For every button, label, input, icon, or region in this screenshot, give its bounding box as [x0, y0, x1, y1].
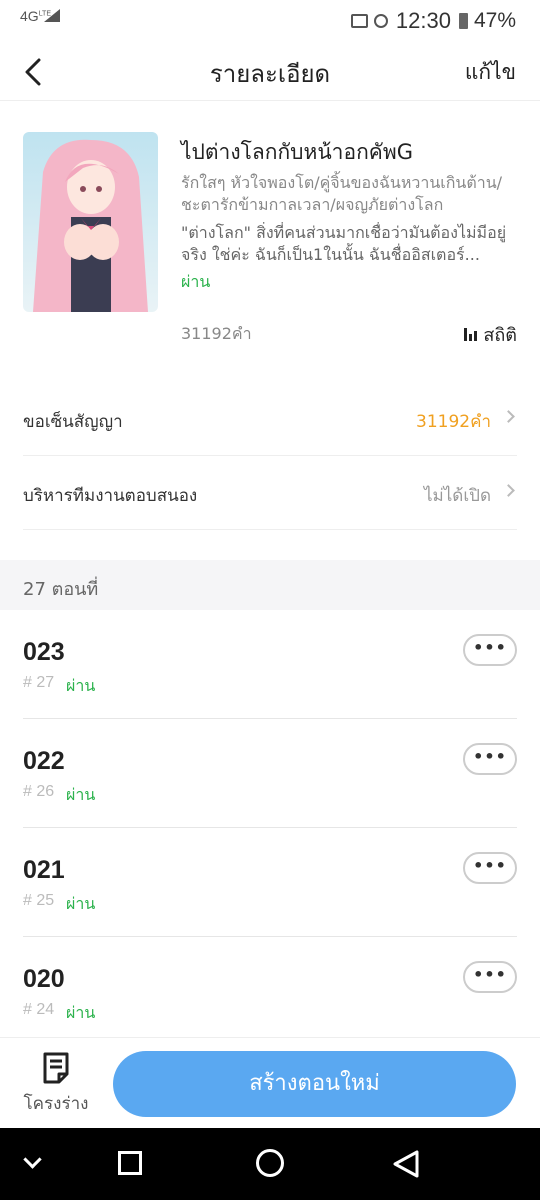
- book-description: "ต่างโลก" สิ่งที่คนส่วนมากเชื่อว่ามันต้อ…: [181, 223, 507, 264]
- create-chapter-button[interactable]: สร้างตอนใหม่: [113, 1051, 516, 1117]
- chevron-right-icon: [502, 410, 515, 423]
- chapter-item[interactable]: 020 # 24 ผ่าน •••: [23, 937, 517, 1046]
- battery-icon: [458, 13, 468, 29]
- more-options-button[interactable]: •••: [463, 852, 517, 884]
- more-options-button[interactable]: •••: [463, 961, 517, 993]
- book-cover[interactable]: [23, 132, 158, 312]
- more-options-button[interactable]: •••: [463, 634, 517, 666]
- chapter-item[interactable]: 021 # 25 ผ่าน •••: [23, 828, 517, 937]
- chapter-status: ผ่าน: [66, 894, 96, 913]
- chapter-number: # 25: [23, 892, 55, 909]
- chapter-status: ผ่าน: [66, 785, 96, 804]
- chapter-count: 27 ตอนที่: [23, 579, 99, 600]
- contract-label: ขอเซ็นสัญญา: [23, 412, 123, 432]
- chevron-right-icon: [502, 484, 515, 497]
- chapter-name: 021: [23, 856, 65, 884]
- chapter-status: ผ่าน: [66, 676, 96, 695]
- chapter-name: 023: [23, 638, 65, 666]
- response-team-value: ไม่ได้เปิด: [424, 486, 491, 506]
- book-status: ผ่าน: [181, 272, 211, 291]
- chapter-item[interactable]: 023 # 27 ผ่าน •••: [23, 610, 517, 719]
- contract-value: 31192คำ: [416, 412, 491, 432]
- bar-chart-icon: [464, 328, 478, 341]
- chapter-number: # 24: [23, 1001, 55, 1018]
- home-icon[interactable]: [240, 1128, 300, 1200]
- page-title: รายละเอียด: [209, 60, 331, 88]
- document-icon: [43, 1052, 69, 1084]
- clock: 12:30: [395, 8, 451, 33]
- chapter-status: ผ่าน: [66, 1003, 96, 1022]
- word-count: 31192คำ: [181, 324, 252, 343]
- chapter-item[interactable]: 022 # 26 ผ่าน •••: [23, 719, 517, 828]
- nfc-icon: [373, 14, 388, 28]
- stats-button[interactable]: สถิติ: [464, 320, 517, 349]
- chapter-number: # 27: [23, 674, 55, 691]
- header-divider: [0, 100, 540, 101]
- book-tags: รักใสๆ หัวใจพองโต/คู่จิ้นของฉันหวานเกินต…: [181, 173, 503, 214]
- nav-collapse-icon[interactable]: [6, 1128, 66, 1200]
- app-header: รายละเอียด แก้ไข: [0, 44, 540, 100]
- book-title: ไปต่างโลกกับหน้าอกคัพG: [181, 140, 413, 164]
- system-nav-bar: [0, 1128, 540, 1200]
- chapter-number: # 26: [23, 783, 55, 800]
- system-back-icon[interactable]: [376, 1128, 436, 1200]
- stats-label: สถิติ: [483, 325, 517, 346]
- bottom-action-bar: โครงร่าง สร้างตอนใหม่: [0, 1037, 540, 1128]
- outline-button[interactable]: โครงร่าง: [18, 1052, 94, 1118]
- response-team-label: บริหารทีมงานตอบสนอง: [23, 486, 198, 506]
- status-bar: 4GLTE 12:30 47%: [0, 0, 540, 44]
- divider: [23, 529, 517, 530]
- edit-button[interactable]: แก้ไข: [465, 56, 516, 89]
- recent-apps-icon[interactable]: [100, 1128, 160, 1200]
- response-team-row[interactable]: บริหารทีมงานตอบสนอง ไม่ได้เปิด: [23, 456, 517, 530]
- more-options-button[interactable]: •••: [463, 743, 517, 775]
- chapters-header: 27 ตอนที่: [0, 560, 540, 610]
- cast-icon: [350, 14, 368, 28]
- outline-label: โครงร่าง: [23, 1094, 89, 1114]
- contract-row[interactable]: ขอเซ็นสัญญา 31192คำ: [23, 382, 517, 456]
- chapter-name: 020: [23, 965, 65, 993]
- battery-level: 47%: [473, 9, 516, 32]
- signal-icon: [44, 9, 60, 22]
- chapter-name: 022: [23, 747, 65, 775]
